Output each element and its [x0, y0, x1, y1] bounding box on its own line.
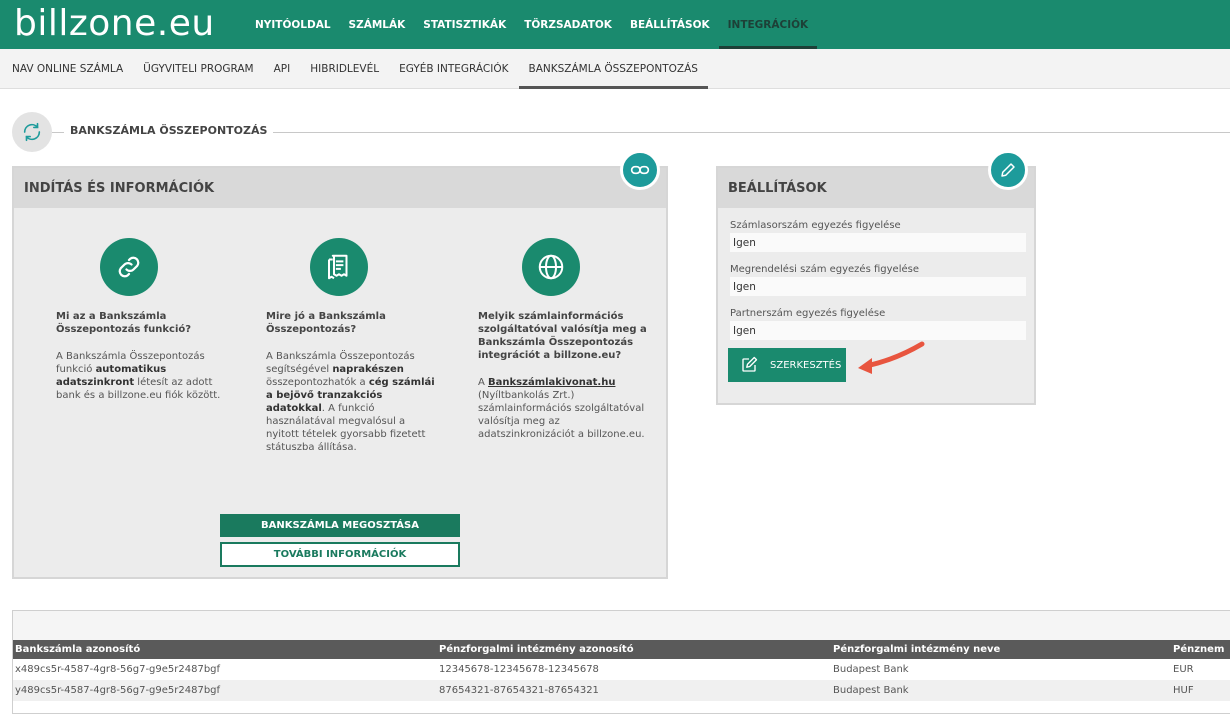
table-header-row: Bankszámla azonosító Pénzforgalmi intézm… [13, 640, 1230, 659]
info-text-what: A Bankszámla Összepontozás funkció autom… [56, 351, 221, 401]
info-column-what: Mi az a Bankszámla Összepontozás funkció… [56, 238, 231, 402]
field-value: Igen [730, 233, 1026, 252]
field-label: Partnerszám egyezés figyelése [730, 308, 886, 319]
table-row[interactable]: y489cs5r-4587-4gr8-56g7-g9e5r2487bgf 876… [13, 680, 1230, 701]
sub-nav: NAV ONLINE SZÁMLA ÜGYVITELI PROGRAM API … [0, 49, 1230, 89]
accounts-table: Bankszámla azonosító Pénzforgalmi intézm… [13, 640, 1230, 701]
nav-item-statisztikak[interactable]: STATISZTIKÁK [414, 0, 515, 49]
info-heading-provider: Melyik számlainformációs szolgáltatóval … [478, 311, 647, 361]
order-number-match-field: Megrendelési szám egyezés figyelése Igen [730, 263, 1026, 296]
nav-item-beallitasok[interactable]: BEÁLLÍTÁSOK [621, 0, 719, 49]
arrow-icon [858, 341, 925, 374]
info-text-provider: A Bankszámlakivonat.hu (Nyíltbankolás Zr… [478, 377, 645, 440]
bank-accounts-table: Bankszámla azonosító Pénzforgalmi intézm… [12, 610, 1230, 714]
pencil-icon[interactable] [988, 150, 1028, 190]
cell-institution-name: Budapest Bank [831, 659, 1171, 680]
info-panel-title: INDÍTÁS ÉS INFORMÁCIÓK [14, 168, 666, 208]
field-label: Számlasorszám egyezés figyelése [730, 220, 901, 231]
info-heading-why: Mire jó a Bankszámla Összepontozás? [266, 311, 386, 335]
settings-panel-title: BEÁLLÍTÁSOK [718, 168, 1034, 208]
bankszamlakivonat-link[interactable]: Bankszámlakivonat.hu [488, 377, 615, 388]
more-info-button[interactable]: TOVÁBBI INFORMÁCIÓK [220, 542, 460, 567]
tab-nav-online-szamla[interactable]: NAV ONLINE SZÁMLA [2, 49, 133, 89]
table-toolbar [13, 611, 1230, 640]
info-column-provider: Melyik számlainformációs szolgáltatóval … [478, 238, 653, 441]
sync-icon [12, 112, 52, 152]
edit-button-label: SZERKESZTÉS [770, 359, 842, 371]
col-header-institution-id[interactable]: Pénzforgalmi intézmény azonosító [437, 640, 831, 659]
tab-egyeb-integraciok[interactable]: EGYÉB INTEGRÁCIÓK [389, 49, 518, 89]
tab-api[interactable]: API [264, 49, 301, 89]
cell-account-id: x489cs5r-4587-4gr8-56g7-g9e5r2487bgf [13, 659, 437, 680]
info-panel: INDÍTÁS ÉS INFORMÁCIÓK Mi az a Bankszáml… [12, 150, 668, 579]
globe-icon [522, 238, 580, 296]
col-header-institution-name[interactable]: Pénzforgalmi intézmény neve [831, 640, 1171, 659]
link-icon[interactable] [620, 150, 660, 190]
section-title: BANKSZÁMLA ÖSSZEPONTOZÁS [64, 124, 274, 137]
edit-button[interactable]: SZERKESZTÉS [728, 348, 846, 382]
edit-icon [742, 356, 758, 372]
cell-account-id: y489cs5r-4587-4gr8-56g7-g9e5r2487bgf [13, 680, 437, 701]
cell-currency: EUR [1171, 659, 1230, 680]
info-heading-what: Mi az a Bankszámla Összepontozás funkció… [56, 311, 192, 335]
field-label: Megrendelési szám egyezés figyelése [730, 264, 919, 275]
nav-item-torzsadatok[interactable]: TÖRZSADATOK [515, 0, 621, 49]
col-header-currency[interactable]: Pénznem [1171, 640, 1230, 659]
link-icon [100, 238, 158, 296]
field-value: Igen [730, 277, 1026, 296]
tab-ugyviteli-program[interactable]: ÜGYVITELI PROGRAM [133, 49, 263, 89]
nav-item-szamlak[interactable]: SZÁMLÁK [340, 0, 415, 49]
cell-currency: HUF [1171, 680, 1230, 701]
billzone-logo[interactable]: billzone.eu [14, 4, 215, 44]
cell-institution-id: 12345678-12345678-12345678 [437, 659, 831, 680]
cell-institution-id: 87654321-87654321-87654321 [437, 680, 831, 701]
col-header-account-id[interactable]: Bankszámla azonosító [13, 640, 437, 659]
tab-bankszamla-osszepontozas[interactable]: BANKSZÁMLA ÖSSZEPONTOZÁS [518, 49, 708, 89]
receipts-icon [310, 238, 368, 296]
section-header: BANKSZÁMLA ÖSSZEPONTOZÁS [12, 112, 1230, 152]
tab-hibridlevel[interactable]: HIBRIDLEVÉL [300, 49, 389, 89]
nav-item-nyitooldal[interactable]: NYITÓOLDAL [246, 0, 340, 49]
cell-institution-name: Budapest Bank [831, 680, 1171, 701]
main-nav: NYITÓOLDAL SZÁMLÁK STATISZTIKÁK TÖRZSADA… [246, 0, 818, 49]
info-text-why: A Bankszámla Összepontozás segítségével … [266, 351, 435, 453]
nav-item-integraciok[interactable]: INTEGRÁCIÓK [718, 0, 818, 49]
table-row[interactable]: x489cs5r-4587-4gr8-56g7-g9e5r2487bgf 123… [13, 659, 1230, 680]
share-bank-account-button[interactable]: BANKSZÁMLA MEGOSZTÁSA [220, 514, 460, 537]
invoice-number-match-field: Számlasorszám egyezés figyelése Igen [730, 219, 1026, 252]
top-navigation-bar: billzone.eu NYITÓOLDAL SZÁMLÁK STATISZTI… [0, 0, 1230, 49]
info-column-why: Mire jó a Bankszámla Összepontozás? A Ba… [266, 238, 441, 454]
